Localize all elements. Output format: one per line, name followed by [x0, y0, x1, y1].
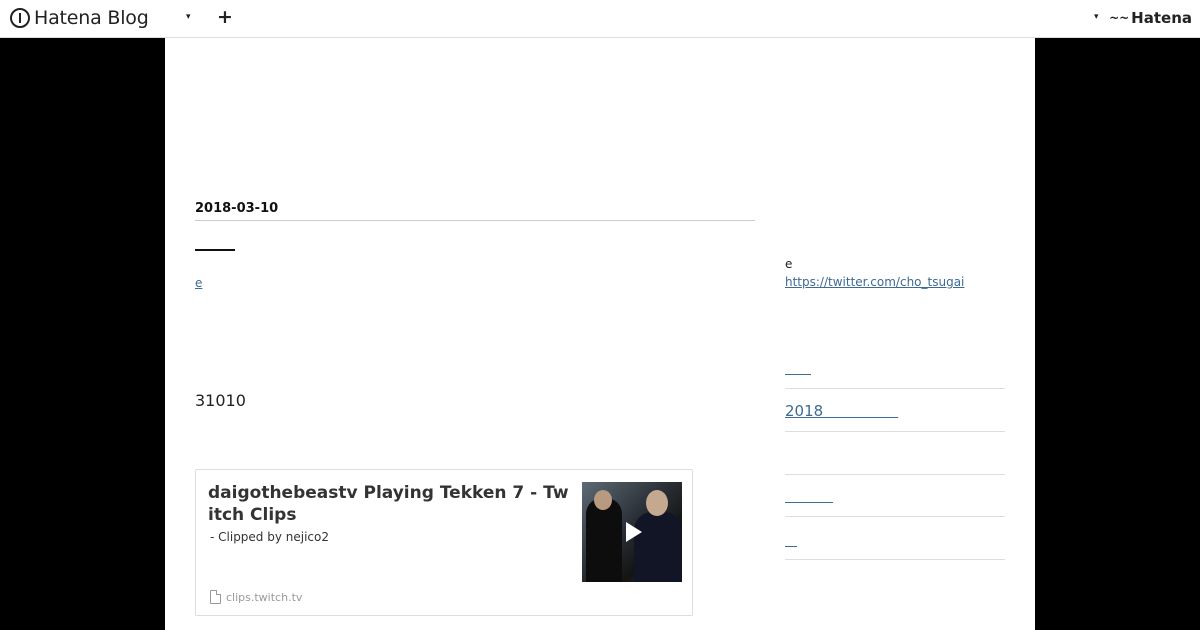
blog-menu-chevron-down-icon[interactable]: ▾	[186, 12, 191, 22]
top-navigation-bar: Hatena Blog ▾ + ▾ ~~ Hatena	[0, 0, 1200, 38]
hatena-logo-text: Hatena	[1131, 9, 1192, 27]
embed-source-text: clips.twitch.tv	[226, 590, 303, 604]
sidebar-divider	[785, 388, 1005, 389]
play-icon	[626, 522, 642, 542]
profile-label: e	[785, 257, 793, 271]
document-icon	[210, 590, 221, 604]
new-post-plus-icon[interactable]: +	[217, 6, 233, 28]
sidebar-link-4[interactable]	[785, 532, 797, 549]
logo-text: Hatena Blog	[34, 7, 149, 29]
entry-title-underline	[195, 249, 235, 251]
embed-title[interactable]: daigothebeastv Playing Tekken 7 - Twitch…	[208, 482, 573, 526]
sidebar-divider	[785, 559, 1005, 560]
embed-thumbnail[interactable]	[582, 482, 682, 582]
entry-body-text: 31010	[195, 391, 246, 410]
entry-date: 2018-03-10	[195, 201, 755, 221]
sidebar-link-3[interactable]	[785, 488, 833, 505]
twitter-link[interactable]: https://twitter.com/cho_tsugai	[785, 275, 964, 289]
account-menu-chevron-down-icon[interactable]: ▾	[1094, 12, 1099, 22]
sidebar-divider	[785, 516, 1005, 517]
hatena-logo[interactable]: ~~ Hatena	[1109, 9, 1192, 27]
embed-source-link[interactable]: clips.twitch.tv	[210, 590, 302, 604]
sidebar-divider	[785, 431, 1005, 432]
blog-page: 2018-03-10 e 31010 daigothebeastv Playin…	[165, 38, 1035, 630]
sidebar-archive-link-2018[interactable]: 2018	[785, 400, 898, 421]
entry-category-link[interactable]: e	[195, 276, 202, 290]
sidebar-divider	[785, 474, 1005, 475]
hatena-blog-logo[interactable]: Hatena Blog	[10, 7, 149, 29]
sidebar-link-1[interactable]	[785, 358, 811, 377]
embed-card[interactable]: daigothebeastv Playing Tekken 7 - Twitch…	[195, 469, 693, 616]
embed-description: - Clipped by nejico2	[210, 530, 330, 544]
hatena-logo-icon: ~~	[1109, 11, 1130, 25]
hatena-blog-logo-icon	[10, 8, 30, 28]
